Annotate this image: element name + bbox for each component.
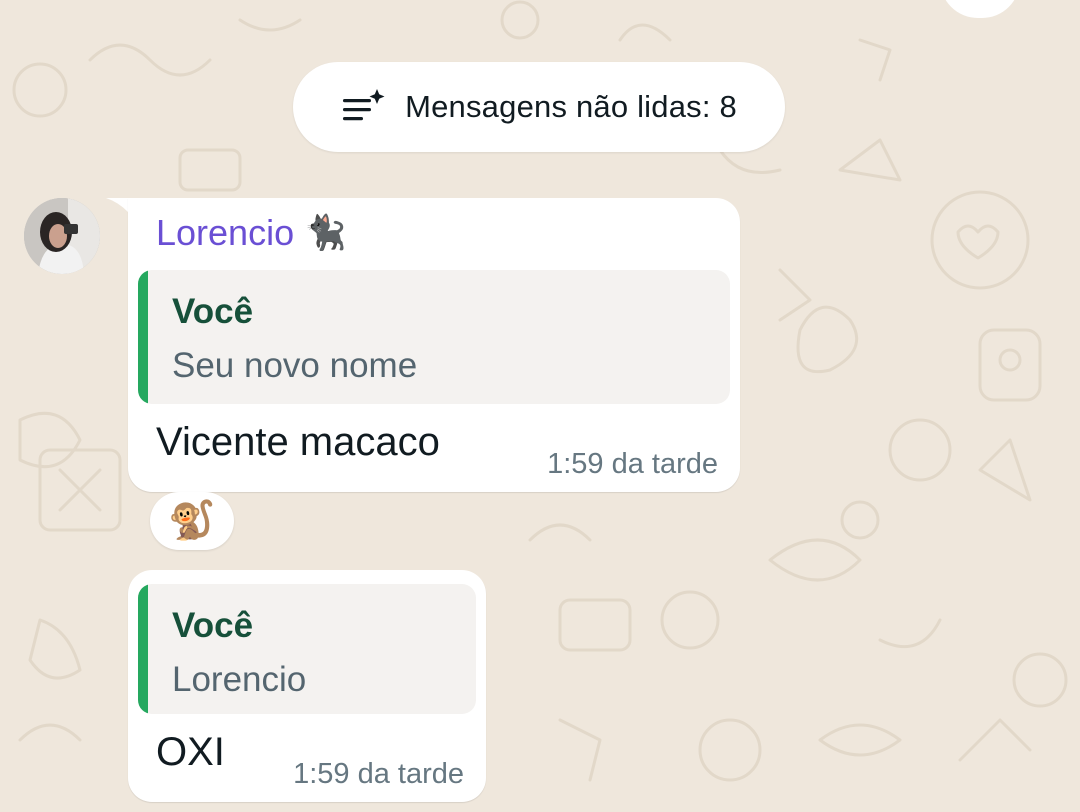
avatar[interactable] — [24, 198, 100, 274]
message-text: Vicente macaco — [156, 420, 440, 464]
incoming-message-bubble[interactable]: Lorencio 🐈‍⬛ Você Seu novo nome Vicente … — [128, 198, 740, 492]
quoted-message[interactable]: Você Seu novo nome — [138, 270, 730, 404]
quoted-message[interactable]: Você Lorencio — [138, 584, 476, 714]
message-timestamp: 1:59 da tarde — [547, 448, 718, 480]
quoted-text: Lorencio — [172, 660, 307, 699]
quoted-text: Seu novo nome — [172, 346, 418, 385]
unread-messages-label: Mensagens não lidas: 8 — [405, 89, 737, 124]
quoted-author: Você — [172, 292, 254, 331]
monkey-emoji: 🐒 — [168, 500, 216, 542]
sender-name-text: Lorencio — [156, 212, 295, 253]
message-timestamp: 1:59 da tarde — [293, 758, 464, 790]
black-cat-emoji: 🐈‍⬛ — [304, 214, 347, 252]
message-text: OXI — [156, 730, 225, 774]
quoted-author: Você — [172, 606, 254, 645]
message-reaction[interactable]: 🐒 — [150, 492, 234, 550]
unread-messages-banner: Mensagens não lidas: 8 — [293, 62, 785, 152]
incoming-message-bubble[interactable]: Você Lorencio OXI 1:59 da tarde — [128, 570, 486, 802]
unread-list-sparkle-icon — [341, 87, 387, 127]
sender-name[interactable]: Lorencio 🐈‍⬛ — [156, 212, 346, 254]
